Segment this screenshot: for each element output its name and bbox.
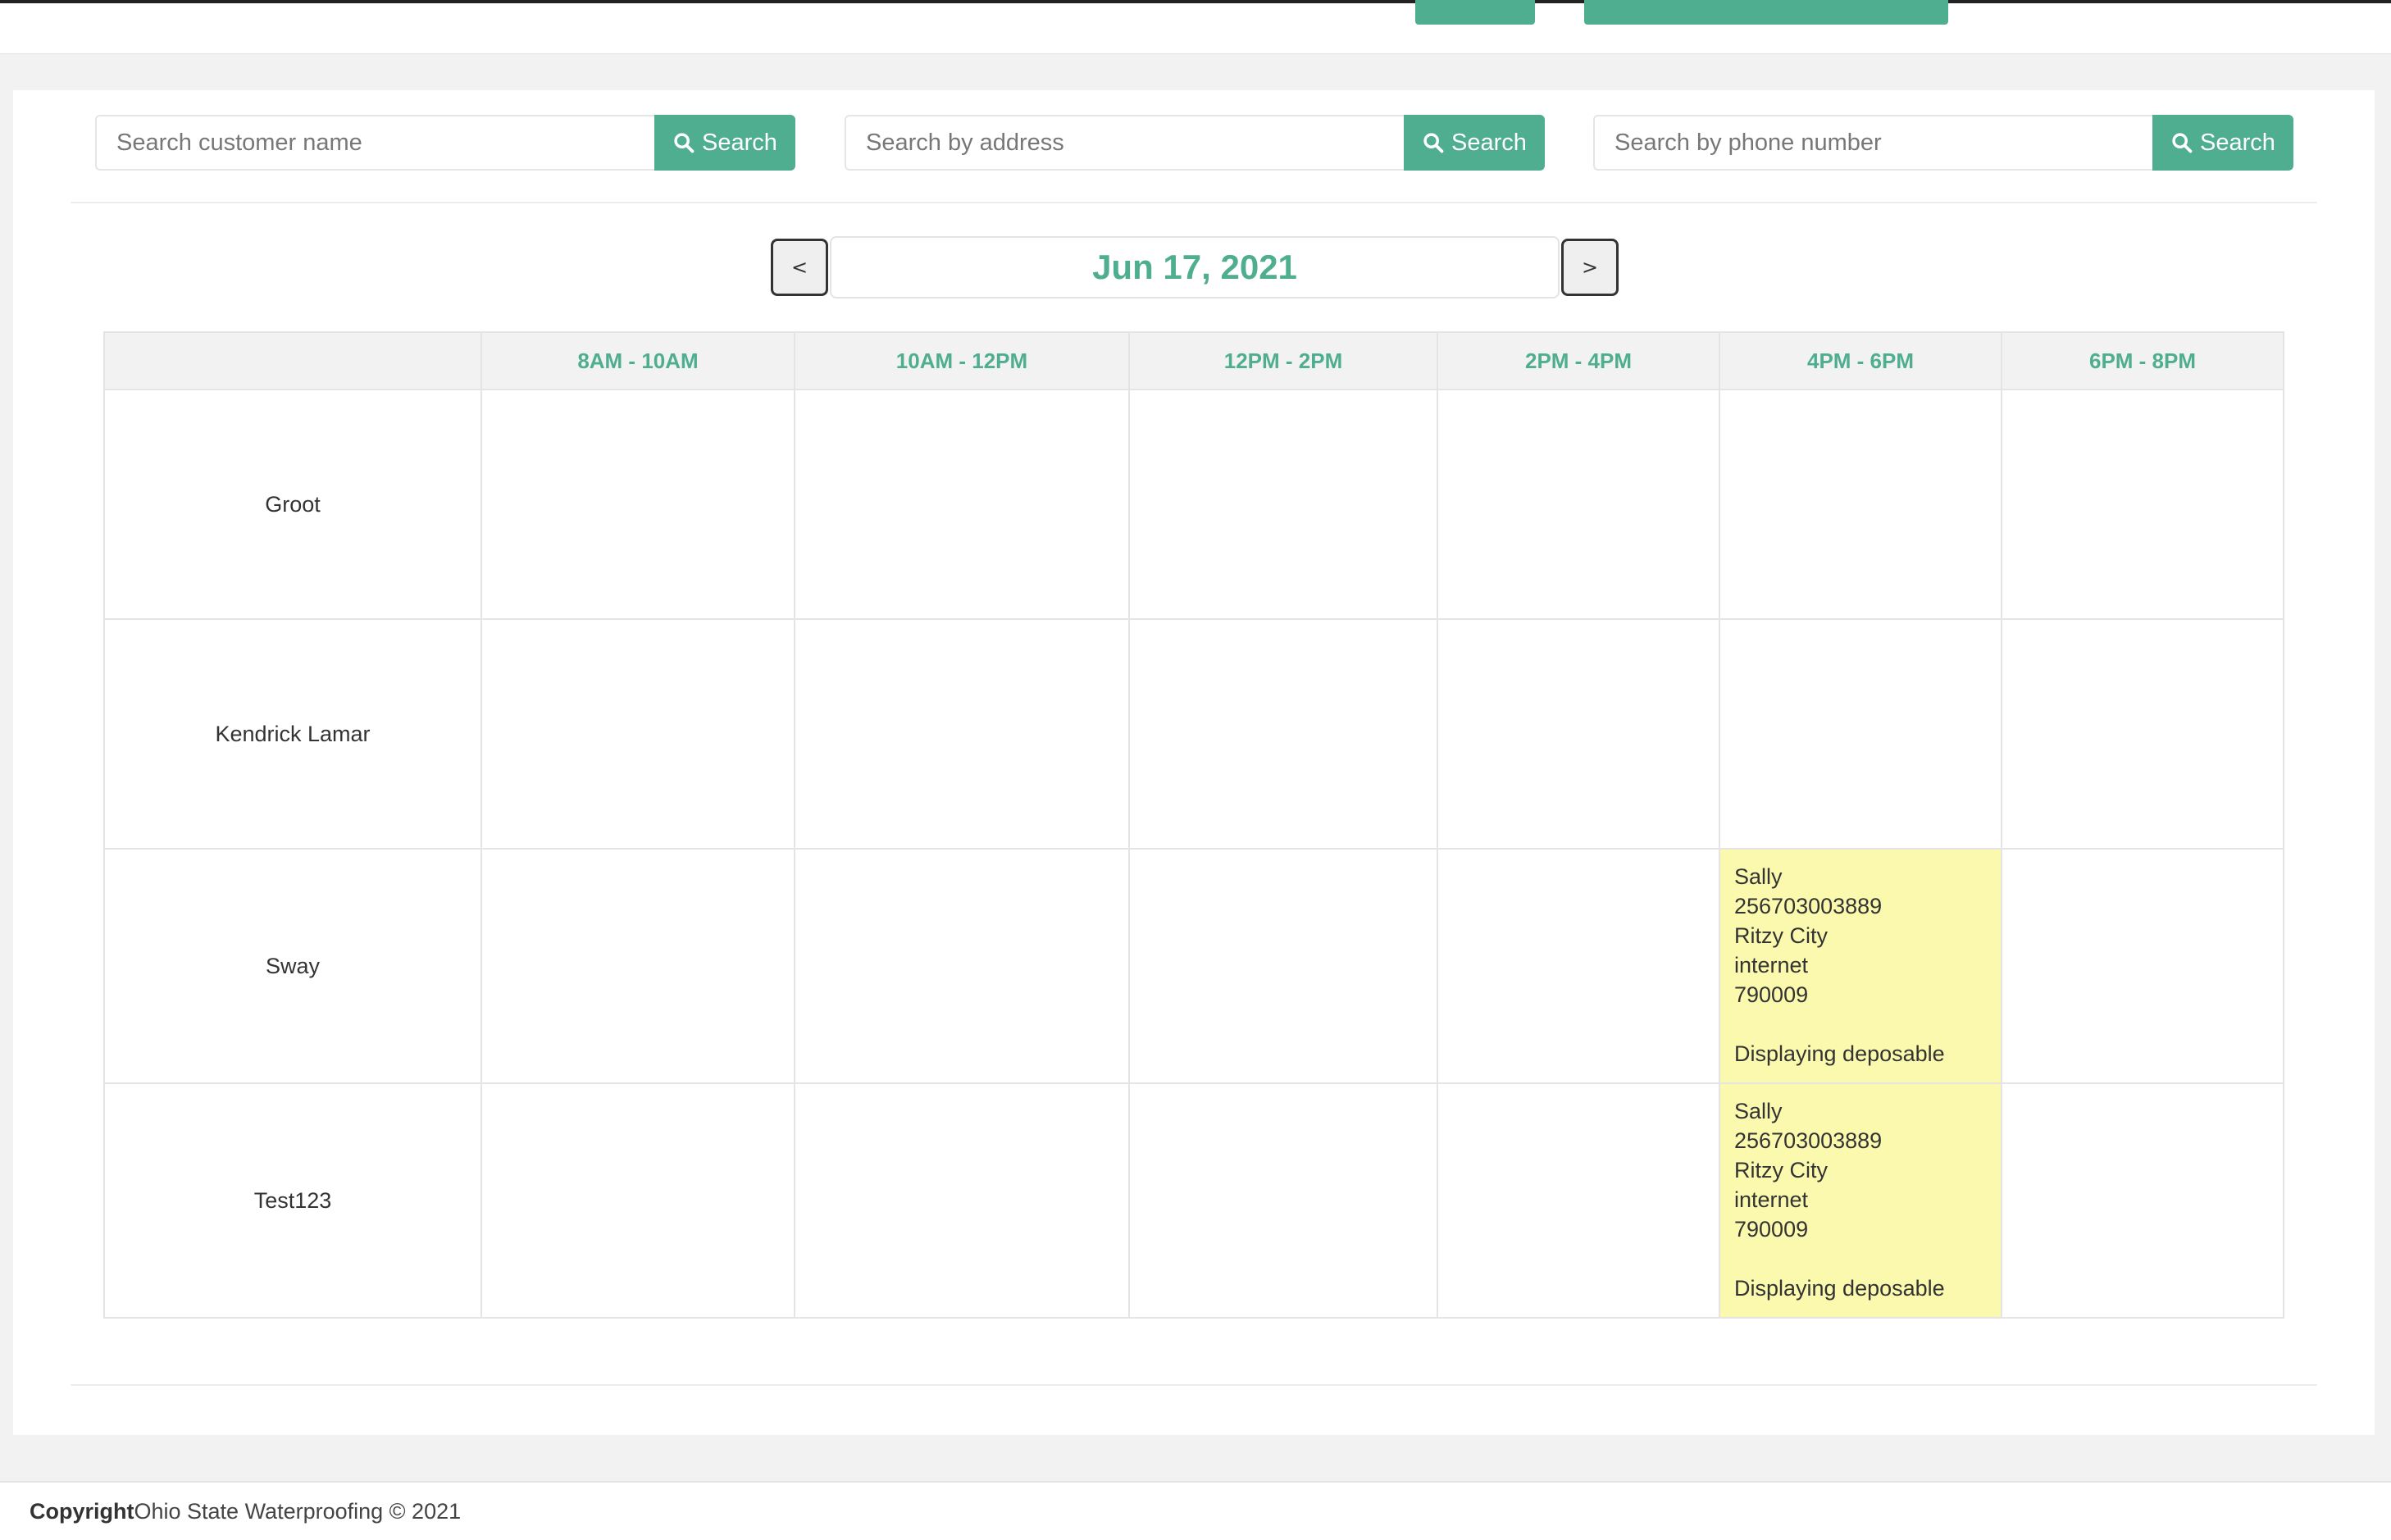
appointment-note: Displaying deposable [1734, 1276, 1945, 1301]
technician-name: Groot [103, 389, 482, 620]
next-day-button[interactable]: > [1561, 239, 1619, 296]
schedule-table: 8AM - 10AM 10AM - 12PM 12PM - 2PM 2PM - … [103, 331, 2284, 1319]
top-action-button-1[interactable] [1415, 0, 1535, 25]
time-slot[interactable] [1437, 1082, 1720, 1319]
divider [71, 202, 2317, 203]
time-slot[interactable] [794, 618, 1130, 850]
time-slot[interactable] [2001, 848, 2284, 1084]
address-search-button[interactable]: Search [1404, 115, 1545, 171]
appointment-city: Ritzy City [1734, 923, 1828, 948]
schedule-header-row: 8AM - 10AM 10AM - 12PM 12PM - 2PM 2PM - … [103, 331, 2284, 390]
time-slot[interactable] [480, 618, 795, 850]
time-slot[interactable] [2001, 1082, 2284, 1319]
search-icon [674, 133, 695, 153]
top-bar [0, 0, 2391, 54]
search-button-label: Search [1451, 129, 1527, 156]
time-slot[interactable] [1437, 618, 1720, 850]
appointment-slot[interactable]: Sally 256703003889 Ritzy City internet 7… [1719, 848, 2002, 1084]
column-header: 6PM - 8PM [2001, 331, 2284, 390]
time-slot[interactable] [1437, 389, 1720, 620]
previous-day-button[interactable]: < [771, 239, 828, 296]
column-header: 2PM - 4PM [1437, 331, 1720, 390]
current-date[interactable]: Jun 17, 2021 [830, 236, 1560, 298]
appointment-card[interactable]: Sally 256703003889 Ritzy City internet 7… [1721, 1085, 2000, 1314]
appointment-phone: 256703003889 [1734, 1128, 1883, 1153]
customer-search-button[interactable]: Search [654, 115, 795, 171]
appointment-blank-line [1734, 1244, 1987, 1273]
column-header: 12PM - 2PM [1128, 331, 1438, 390]
search-icon [2172, 133, 2193, 153]
time-slot[interactable] [1437, 848, 1720, 1084]
time-slot[interactable] [2001, 618, 2284, 850]
time-slot[interactable] [1719, 618, 2002, 850]
appointment-source: internet [1734, 953, 1809, 977]
appointment-city: Ritzy City [1734, 1158, 1828, 1182]
appointment-zip: 790009 [1734, 1217, 1809, 1242]
address-search-group: Search [845, 115, 1545, 171]
schedule-card: Search Search Search < Jun 17, 2021 > [13, 90, 2375, 1435]
top-action-button-2[interactable] [1584, 0, 1948, 25]
appointment-zip: 790009 [1734, 982, 1809, 1007]
technician-name: Test123 [103, 1082, 482, 1319]
address-search-input[interactable] [845, 115, 1404, 171]
phone-search-button[interactable]: Search [2152, 115, 2293, 171]
column-header: 10AM - 12PM [794, 331, 1130, 390]
table-row: Test123 Sally 256703003889 Ritzy City in… [103, 1082, 2284, 1319]
phone-search-group: Search [1593, 115, 2293, 171]
time-slot[interactable] [794, 1082, 1130, 1319]
table-row: Sway Sally 256703003889 Ritzy City inter… [103, 848, 2284, 1084]
appointment-phone: 256703003889 [1734, 894, 1883, 918]
appointment-card[interactable]: Sally 256703003889 Ritzy City internet 7… [1721, 850, 2000, 1080]
appointment-customer: Sally [1734, 864, 1783, 889]
technician-name: Kendrick Lamar [103, 618, 482, 850]
search-button-label: Search [702, 129, 777, 156]
appointment-customer: Sally [1734, 1099, 1783, 1123]
table-row: Groot [103, 389, 2284, 620]
copyright-text: Ohio State Waterproofing © 2021 [134, 1498, 462, 1524]
page-footer: Copyright Ohio State Waterproofing © 202… [0, 1481, 2391, 1540]
technician-name: Sway [103, 848, 482, 1084]
time-slot[interactable] [794, 848, 1130, 1084]
time-slot[interactable] [794, 389, 1130, 620]
time-slot[interactable] [480, 848, 795, 1084]
time-slot[interactable] [1128, 1082, 1438, 1319]
phone-search-input[interactable] [1593, 115, 2152, 171]
appointment-source: internet [1734, 1187, 1809, 1212]
appointment-blank-line [1734, 1009, 1987, 1039]
table-row: Kendrick Lamar [103, 618, 2284, 850]
date-navigator: < Jun 17, 2021 > [771, 236, 1619, 298]
customer-search-group: Search [95, 115, 795, 171]
copyright-label: Copyright [30, 1498, 134, 1524]
column-header: 4PM - 6PM [1719, 331, 2002, 390]
search-icon [1423, 133, 1444, 153]
time-slot[interactable] [2001, 389, 2284, 620]
time-slot[interactable] [480, 389, 795, 620]
time-slot[interactable] [1719, 389, 2002, 620]
divider [71, 1384, 2317, 1386]
appointment-note: Displaying deposable [1734, 1041, 1945, 1066]
customer-name-search-input[interactable] [95, 115, 654, 171]
time-slot[interactable] [1128, 618, 1438, 850]
time-slot[interactable] [480, 1082, 795, 1319]
column-header [103, 331, 482, 390]
time-slot[interactable] [1128, 389, 1438, 620]
appointment-slot[interactable]: Sally 256703003889 Ritzy City internet 7… [1719, 1082, 2002, 1319]
time-slot[interactable] [1128, 848, 1438, 1084]
column-header: 8AM - 10AM [480, 331, 795, 390]
search-button-label: Search [2200, 129, 2275, 156]
